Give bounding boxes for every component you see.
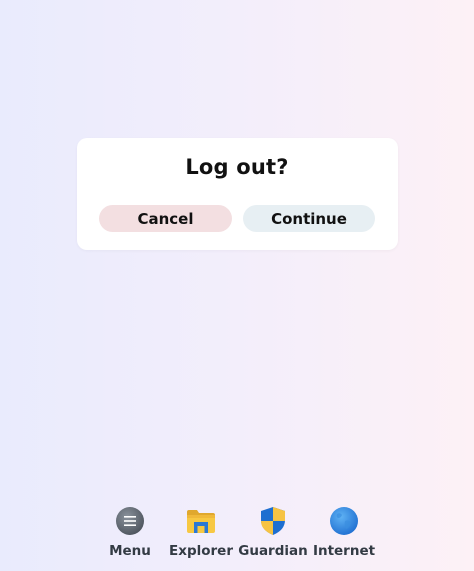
dock-label-menu: Menu bbox=[109, 543, 151, 559]
dialog-title: Log out? bbox=[185, 155, 289, 179]
folder-icon bbox=[185, 505, 217, 537]
continue-button[interactable]: Continue bbox=[243, 205, 375, 232]
shield-icon bbox=[257, 505, 289, 537]
dock-item-guardian[interactable]: Guardian bbox=[235, 505, 311, 565]
dock-item-explorer[interactable]: Explorer bbox=[163, 505, 239, 565]
menu-icon bbox=[114, 505, 146, 537]
dock-item-internet[interactable]: Internet bbox=[306, 505, 382, 565]
globe-icon bbox=[328, 505, 360, 537]
cancel-button[interactable]: Cancel bbox=[99, 205, 232, 232]
dock-label-explorer: Explorer bbox=[169, 543, 233, 559]
dock-label-internet: Internet bbox=[312, 543, 376, 559]
dock-label-guardian: Guardian bbox=[238, 543, 308, 559]
dock-item-menu[interactable]: Menu bbox=[92, 505, 168, 565]
